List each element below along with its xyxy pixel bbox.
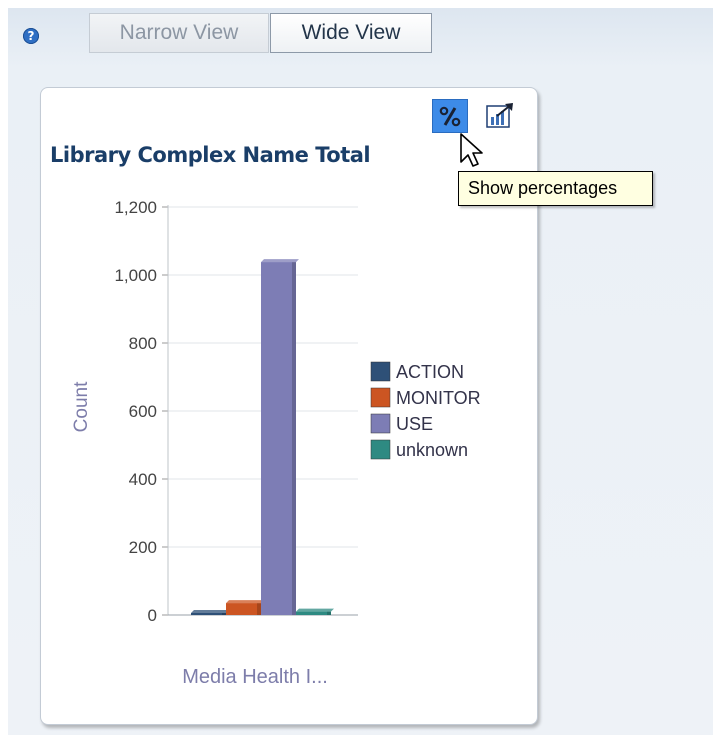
chart-title: Library Complex Name Total	[50, 143, 371, 167]
help-icon[interactable]: ?	[23, 28, 39, 44]
mouse-cursor-icon	[460, 133, 483, 167]
export-chart-button[interactable]	[485, 102, 515, 130]
show-percentages-tooltip: Show percentages	[458, 171, 653, 206]
export-chart-icon	[486, 103, 513, 128]
percent-icon	[439, 106, 461, 127]
wide-view-button[interactable]: Wide View	[270, 13, 432, 53]
show-percentages-button[interactable]	[432, 99, 468, 133]
narrow-view-button[interactable]: Narrow View	[89, 13, 269, 53]
